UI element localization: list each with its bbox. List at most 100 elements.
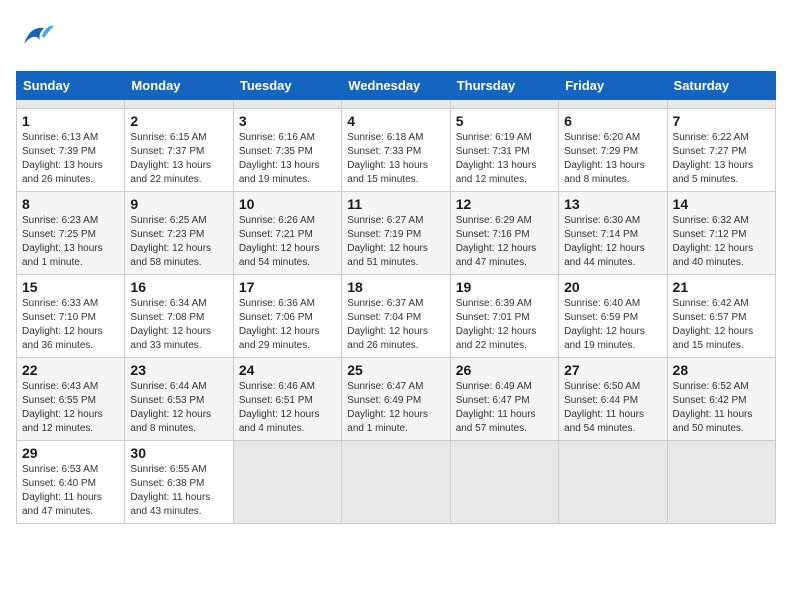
calendar-cell <box>125 100 233 109</box>
weekday-header-saturday: Saturday <box>667 72 775 100</box>
calendar-cell: 4 Sunrise: 6:18 AMSunset: 7:33 PMDayligh… <box>342 109 450 192</box>
calendar-week-2: 1 Sunrise: 6:13 AMSunset: 7:39 PMDayligh… <box>17 109 776 192</box>
calendar-week-3: 8 Sunrise: 6:23 AMSunset: 7:25 PMDayligh… <box>17 192 776 275</box>
day-number: 24 <box>239 362 336 378</box>
calendar-cell: 5 Sunrise: 6:19 AMSunset: 7:31 PMDayligh… <box>450 109 558 192</box>
day-info: Sunrise: 6:52 AMSunset: 6:42 PMDaylight:… <box>673 381 753 434</box>
weekday-header-monday: Monday <box>125 72 233 100</box>
calendar-cell: 17 Sunrise: 6:36 AMSunset: 7:06 PMDaylig… <box>233 275 341 358</box>
day-number: 28 <box>673 362 770 378</box>
day-number: 25 <box>347 362 444 378</box>
day-info: Sunrise: 6:50 AMSunset: 6:44 PMDaylight:… <box>564 381 644 434</box>
day-number: 16 <box>130 279 227 295</box>
calendar-header-row: SundayMondayTuesdayWednesdayThursdayFrid… <box>17 72 776 100</box>
day-number: 4 <box>347 113 444 129</box>
day-number: 23 <box>130 362 227 378</box>
day-number: 20 <box>564 279 661 295</box>
calendar-cell: 26 Sunrise: 6:49 AMSunset: 6:47 PMDaylig… <box>450 358 558 441</box>
calendar-cell: 21 Sunrise: 6:42 AMSunset: 6:57 PMDaylig… <box>667 275 775 358</box>
day-info: Sunrise: 6:26 AMSunset: 7:21 PMDaylight:… <box>239 215 320 268</box>
calendar-week-6: 29 Sunrise: 6:53 AMSunset: 6:40 PMDaylig… <box>17 441 776 524</box>
weekday-header-wednesday: Wednesday <box>342 72 450 100</box>
weekday-header-tuesday: Tuesday <box>233 72 341 100</box>
calendar-cell: 3 Sunrise: 6:16 AMSunset: 7:35 PMDayligh… <box>233 109 341 192</box>
day-info: Sunrise: 6:22 AMSunset: 7:27 PMDaylight:… <box>673 132 754 185</box>
day-info: Sunrise: 6:42 AMSunset: 6:57 PMDaylight:… <box>673 298 754 351</box>
weekday-header-thursday: Thursday <box>450 72 558 100</box>
day-number: 21 <box>673 279 770 295</box>
calendar-cell <box>342 441 450 524</box>
calendar-cell: 20 Sunrise: 6:40 AMSunset: 6:59 PMDaylig… <box>559 275 667 358</box>
calendar-cell: 15 Sunrise: 6:33 AMSunset: 7:10 PMDaylig… <box>17 275 125 358</box>
calendar-cell: 8 Sunrise: 6:23 AMSunset: 7:25 PMDayligh… <box>17 192 125 275</box>
calendar-cell <box>450 441 558 524</box>
day-number: 19 <box>456 279 553 295</box>
calendar-week-4: 15 Sunrise: 6:33 AMSunset: 7:10 PMDaylig… <box>17 275 776 358</box>
day-info: Sunrise: 6:44 AMSunset: 6:53 PMDaylight:… <box>130 381 211 434</box>
calendar-table: SundayMondayTuesdayWednesdayThursdayFrid… <box>16 71 776 524</box>
day-number: 5 <box>456 113 553 129</box>
day-number: 7 <box>673 113 770 129</box>
calendar-cell <box>17 100 125 109</box>
day-number: 13 <box>564 196 661 212</box>
day-info: Sunrise: 6:32 AMSunset: 7:12 PMDaylight:… <box>673 215 754 268</box>
day-number: 18 <box>347 279 444 295</box>
day-info: Sunrise: 6:53 AMSunset: 6:40 PMDaylight:… <box>22 464 102 517</box>
day-info: Sunrise: 6:49 AMSunset: 6:47 PMDaylight:… <box>456 381 536 434</box>
calendar-cell: 11 Sunrise: 6:27 AMSunset: 7:19 PMDaylig… <box>342 192 450 275</box>
calendar-cell <box>233 441 341 524</box>
day-info: Sunrise: 6:19 AMSunset: 7:31 PMDaylight:… <box>456 132 537 185</box>
day-info: Sunrise: 6:30 AMSunset: 7:14 PMDaylight:… <box>564 215 645 268</box>
day-info: Sunrise: 6:27 AMSunset: 7:19 PMDaylight:… <box>347 215 428 268</box>
calendar-cell <box>342 100 450 109</box>
day-info: Sunrise: 6:16 AMSunset: 7:35 PMDaylight:… <box>239 132 320 185</box>
calendar-week-5: 22 Sunrise: 6:43 AMSunset: 6:55 PMDaylig… <box>17 358 776 441</box>
calendar-cell <box>559 441 667 524</box>
day-number: 12 <box>456 196 553 212</box>
logo <box>16 16 60 61</box>
day-number: 3 <box>239 113 336 129</box>
day-info: Sunrise: 6:20 AMSunset: 7:29 PMDaylight:… <box>564 132 645 185</box>
calendar-cell: 18 Sunrise: 6:37 AMSunset: 7:04 PMDaylig… <box>342 275 450 358</box>
calendar-cell: 1 Sunrise: 6:13 AMSunset: 7:39 PMDayligh… <box>17 109 125 192</box>
day-info: Sunrise: 6:37 AMSunset: 7:04 PMDaylight:… <box>347 298 428 351</box>
day-info: Sunrise: 6:29 AMSunset: 7:16 PMDaylight:… <box>456 215 537 268</box>
day-info: Sunrise: 6:40 AMSunset: 6:59 PMDaylight:… <box>564 298 645 351</box>
page-header <box>16 16 776 61</box>
day-info: Sunrise: 6:46 AMSunset: 6:51 PMDaylight:… <box>239 381 320 434</box>
calendar-cell: 24 Sunrise: 6:46 AMSunset: 6:51 PMDaylig… <box>233 358 341 441</box>
calendar-cell: 13 Sunrise: 6:30 AMSunset: 7:14 PMDaylig… <box>559 192 667 275</box>
calendar-cell: 22 Sunrise: 6:43 AMSunset: 6:55 PMDaylig… <box>17 358 125 441</box>
day-number: 6 <box>564 113 661 129</box>
calendar-cell: 16 Sunrise: 6:34 AMSunset: 7:08 PMDaylig… <box>125 275 233 358</box>
calendar-cell <box>233 100 341 109</box>
day-number: 10 <box>239 196 336 212</box>
calendar-cell: 30 Sunrise: 6:55 AMSunset: 6:38 PMDaylig… <box>125 441 233 524</box>
day-number: 2 <box>130 113 227 129</box>
day-number: 9 <box>130 196 227 212</box>
weekday-header-friday: Friday <box>559 72 667 100</box>
day-number: 26 <box>456 362 553 378</box>
calendar-cell: 9 Sunrise: 6:25 AMSunset: 7:23 PMDayligh… <box>125 192 233 275</box>
day-number: 1 <box>22 113 119 129</box>
calendar-cell: 29 Sunrise: 6:53 AMSunset: 6:40 PMDaylig… <box>17 441 125 524</box>
calendar-cell <box>450 100 558 109</box>
day-number: 22 <box>22 362 119 378</box>
day-info: Sunrise: 6:39 AMSunset: 7:01 PMDaylight:… <box>456 298 537 351</box>
day-info: Sunrise: 6:13 AMSunset: 7:39 PMDaylight:… <box>22 132 103 185</box>
day-number: 14 <box>673 196 770 212</box>
calendar-cell: 28 Sunrise: 6:52 AMSunset: 6:42 PMDaylig… <box>667 358 775 441</box>
calendar-cell: 19 Sunrise: 6:39 AMSunset: 7:01 PMDaylig… <box>450 275 558 358</box>
day-info: Sunrise: 6:43 AMSunset: 6:55 PMDaylight:… <box>22 381 103 434</box>
day-info: Sunrise: 6:23 AMSunset: 7:25 PMDaylight:… <box>22 215 103 268</box>
day-number: 29 <box>22 445 119 461</box>
calendar-week-1 <box>17 100 776 109</box>
calendar-cell <box>667 100 775 109</box>
day-info: Sunrise: 6:36 AMSunset: 7:06 PMDaylight:… <box>239 298 320 351</box>
calendar-cell: 25 Sunrise: 6:47 AMSunset: 6:49 PMDaylig… <box>342 358 450 441</box>
day-info: Sunrise: 6:47 AMSunset: 6:49 PMDaylight:… <box>347 381 428 434</box>
day-number: 15 <box>22 279 119 295</box>
day-info: Sunrise: 6:33 AMSunset: 7:10 PMDaylight:… <box>22 298 103 351</box>
day-number: 8 <box>22 196 119 212</box>
day-number: 17 <box>239 279 336 295</box>
